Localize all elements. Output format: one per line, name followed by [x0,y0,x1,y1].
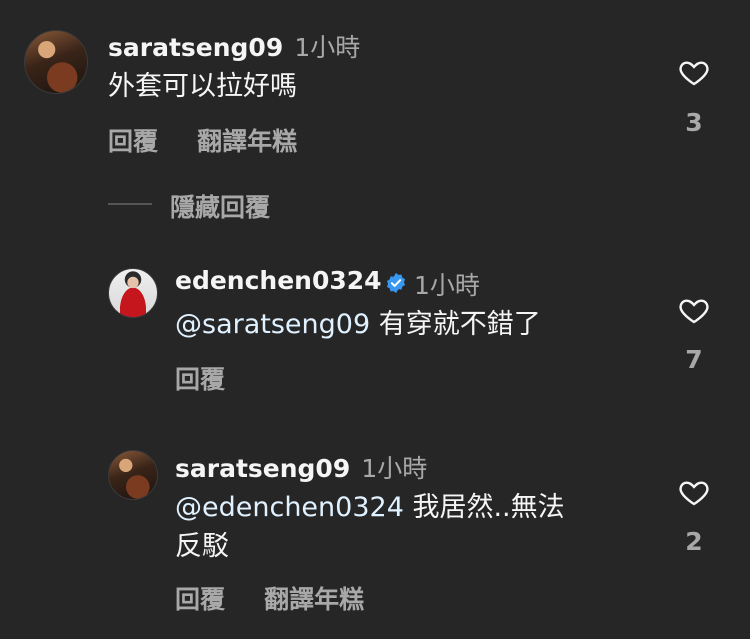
comment-username[interactable]: saratseng09 [108,33,283,62]
avatar[interactable] [108,450,158,500]
heart-icon[interactable] [677,294,711,326]
reply-body: 有穿就不錯了 [370,309,541,340]
reply-body: 我居然..無法 [403,492,565,523]
reply-header: edenchen0324 [175,266,382,295]
comment-actions: 回覆 翻譯年糕 [108,122,297,158]
reply-text-continued: 反駁 [175,531,229,562]
like-count: 7 [685,345,703,374]
reply-actions: 回覆 [175,360,225,396]
reply-button[interactable]: 回覆 [175,585,225,614]
reply-username[interactable]: saratseng09 [175,454,350,483]
comment-timestamp: 1小時 [294,33,361,62]
verified-badge-icon [386,272,406,294]
replies-divider [108,203,152,205]
reply-timestamp: 1小時 [414,271,480,300]
comment-text: 外套可以拉好嗎 [108,71,297,102]
reply-header: saratseng09 1小時 [175,449,427,485]
like-count: 2 [685,527,703,556]
reply-button[interactable]: 回覆 [175,365,225,394]
heart-icon[interactable] [677,476,711,508]
reply-actions: 回覆 翻譯年糕 [175,580,364,616]
comment-header: saratseng09 1小時 [108,28,360,64]
reply-text: @saratseng09 有穿就不錯了 [175,306,541,344]
translate-button[interactable]: 翻譯年糕 [197,127,297,156]
reply-username[interactable]: edenchen0324 [175,266,382,295]
like-count: 3 [685,108,703,137]
reply-timestamp: 1小時 [361,454,428,483]
reply-button[interactable]: 回覆 [108,127,158,156]
avatar[interactable] [24,30,88,94]
translate-button[interactable]: 翻譯年糕 [264,585,364,614]
hide-replies-button[interactable]: 隱藏回覆 [170,188,270,224]
mention-link[interactable]: @edenchen0324 [175,492,404,523]
reply-text: @edenchen0324 我居然..無法 [175,489,565,527]
heart-icon[interactable] [677,56,711,88]
mention-link[interactable]: @saratseng09 [175,309,370,340]
avatar[interactable] [108,268,158,318]
